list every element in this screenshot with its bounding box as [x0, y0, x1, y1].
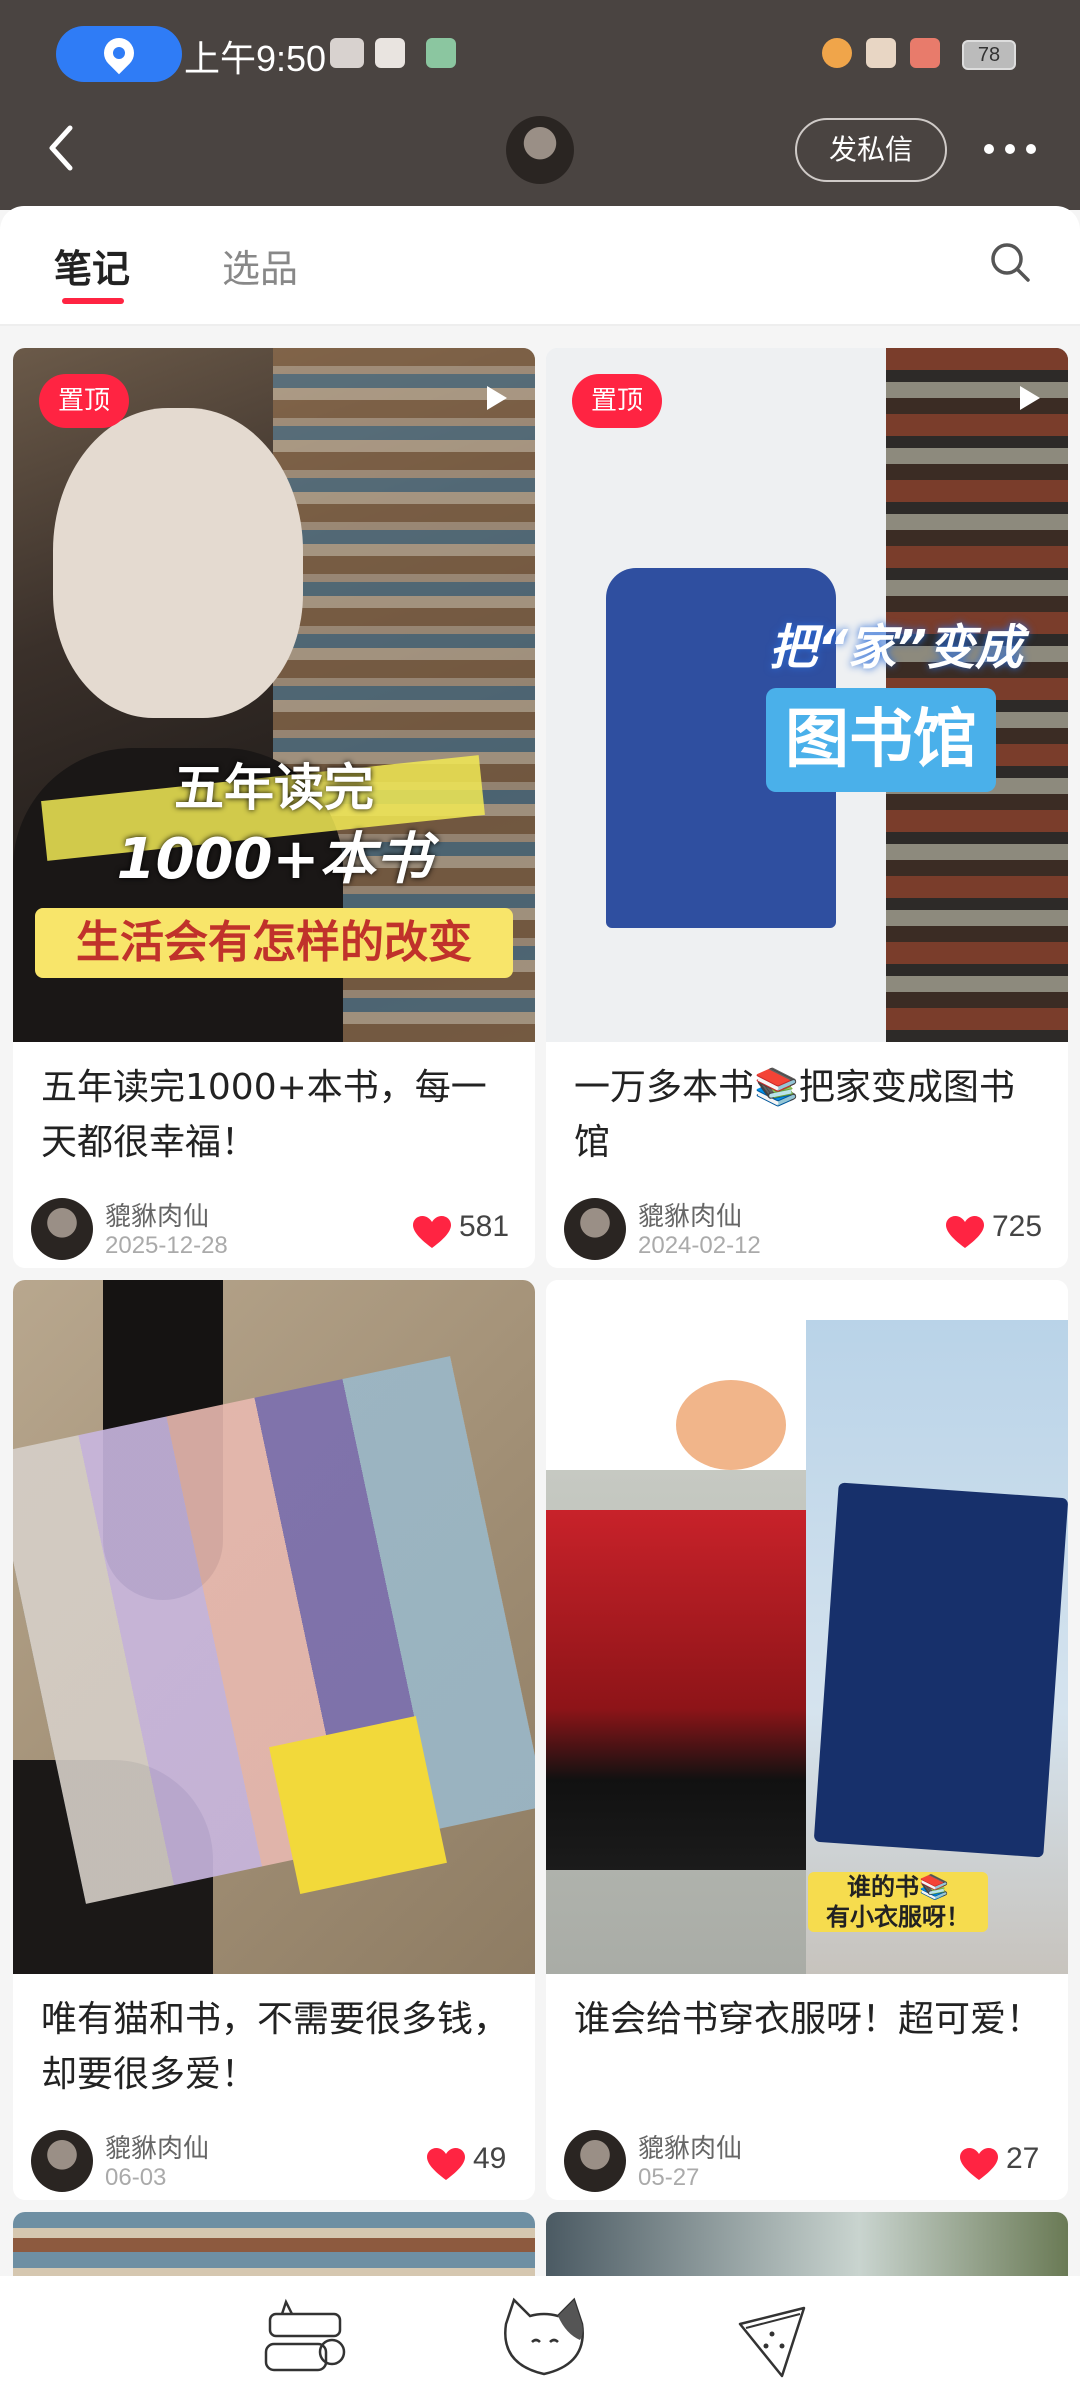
note-cover-image[interactable] — [13, 1280, 535, 1974]
active-tab-indicator — [62, 298, 124, 304]
cat-face-icon[interactable] — [496, 2294, 592, 2382]
heart-icon[interactable] — [946, 1216, 984, 1250]
watermelon-icon[interactable] — [726, 2294, 822, 2382]
tab-bar: 笔记 选品 — [0, 206, 1080, 326]
author-name[interactable]: 貔貅肉仙 — [105, 2128, 209, 2165]
mute-icon — [330, 38, 364, 68]
app-notification-icon — [426, 38, 456, 68]
note-card[interactable]: 唯有猫和书，不需要很多钱，却要很多爱！ 貔貅肉仙 06-03 49 — [13, 1280, 535, 2200]
chevron-left-icon[interactable] — [40, 118, 84, 178]
location-indicator[interactable] — [56, 26, 182, 82]
note-card[interactable]: 谁的书📚 有小衣服呀！ 谁会给书穿衣服呀！超可爱！ 貔貅肉仙 05-27 27 — [546, 1280, 1068, 2200]
cat-bunny-icon[interactable] — [262, 2294, 358, 2382]
cover-subtitle: 生活会有怎样的改变 — [35, 908, 513, 978]
app-notification-icon — [822, 38, 852, 68]
pinned-badge: 置顶 — [39, 374, 129, 428]
status-bar: 上午9:50 78 — [0, 0, 1080, 108]
note-title[interactable]: 唯有猫和书，不需要很多钱，却要很多爱！ — [41, 1992, 511, 2102]
book-cover — [269, 1716, 447, 1894]
tab-notes[interactable]: 笔记 — [54, 238, 130, 293]
search-icon[interactable] — [988, 240, 1032, 284]
author-name[interactable]: 貔貅肉仙 — [638, 1196, 742, 1233]
cover-headline: 把“家”变成 — [769, 620, 1023, 676]
book-collection — [13, 1356, 535, 1904]
send-message-button[interactable]: 发私信 — [795, 118, 947, 182]
pinned-badge: 置顶 — [572, 374, 662, 428]
video-play-icon — [487, 386, 507, 410]
note-cover-image[interactable]: 谁的书📚 有小衣服呀！ — [546, 1280, 1068, 1974]
like-count: 49 — [473, 2142, 507, 2175]
note-date: 06-03 — [105, 2164, 167, 2191]
like-count: 725 — [992, 1210, 1043, 1243]
cover-headline: 五年读完 — [174, 759, 374, 817]
note-card[interactable]: 五年读完 1000+本书 生活会有怎样的改变 置顶 五年读完1000+本书，每一… — [13, 348, 535, 1268]
book-navy — [813, 1482, 1068, 1858]
note-cover-image[interactable]: 把“家”变成 图书馆 置顶 — [546, 348, 1068, 1042]
note-date: 05-27 — [638, 2164, 700, 2191]
author-avatar[interactable] — [31, 2130, 93, 2192]
note-title[interactable]: 五年读完1000+本书，每一天都很幸福！ — [41, 1060, 511, 1170]
author-avatar[interactable] — [31, 1198, 93, 1260]
cat-mask — [53, 408, 303, 718]
cover-label: 谁的书📚 有小衣服呀！ — [808, 1872, 988, 1932]
book-red — [546, 1510, 806, 1870]
tab-selections[interactable]: 选品 — [222, 238, 298, 293]
heart-icon[interactable] — [413, 1216, 451, 1250]
location-pin-icon — [97, 31, 141, 75]
author-avatar[interactable] — [564, 1198, 626, 1260]
note-date: 2024-02-12 — [638, 1232, 761, 1259]
like-count: 27 — [1006, 2142, 1040, 2175]
note-title[interactable]: 谁会给书穿衣服呀！超可爱！ — [574, 1992, 1044, 2047]
divider — [0, 324, 1080, 326]
author-name[interactable]: 貔貅肉仙 — [105, 1196, 209, 1233]
avatar[interactable] — [506, 116, 574, 184]
app-notification-icon — [375, 38, 405, 68]
app-notification-icon — [866, 38, 896, 68]
note-card[interactable]: 把“家”变成 图书馆 置顶 一万多本书📚把家变成图书馆 貔貅肉仙 2024-02… — [546, 348, 1068, 1268]
author-avatar[interactable] — [564, 2130, 626, 2192]
battery-indicator: 78 — [962, 40, 1016, 70]
video-play-icon — [1020, 386, 1040, 410]
note-date: 2025-12-28 — [105, 1232, 228, 1259]
cover-headline: 1000+本书 — [116, 827, 432, 892]
bottom-nav — [0, 2276, 1080, 2400]
status-time: 上午9:50 — [184, 38, 327, 79]
author-name[interactable]: 貔貅肉仙 — [638, 2128, 742, 2165]
cover-label-line: 谁的书📚 — [847, 1873, 949, 1901]
more-dots-icon[interactable] — [982, 140, 1038, 160]
app-notification-icon — [910, 38, 940, 68]
heart-icon[interactable] — [960, 2148, 998, 2182]
heart-icon[interactable] — [427, 2148, 465, 2182]
cover-label-line: 有小衣服呀！ — [826, 1903, 970, 1931]
like-count: 581 — [459, 1210, 510, 1243]
bear-sticker — [676, 1380, 786, 1470]
top-bar: 上午9:50 78 发私信 — [0, 0, 1080, 210]
cover-headline: 图书馆 — [766, 688, 996, 792]
note-cover-image[interactable]: 五年读完 1000+本书 生活会有怎样的改变 置顶 — [13, 348, 535, 1042]
note-title[interactable]: 一万多本书📚把家变成图书馆 — [574, 1060, 1044, 1170]
